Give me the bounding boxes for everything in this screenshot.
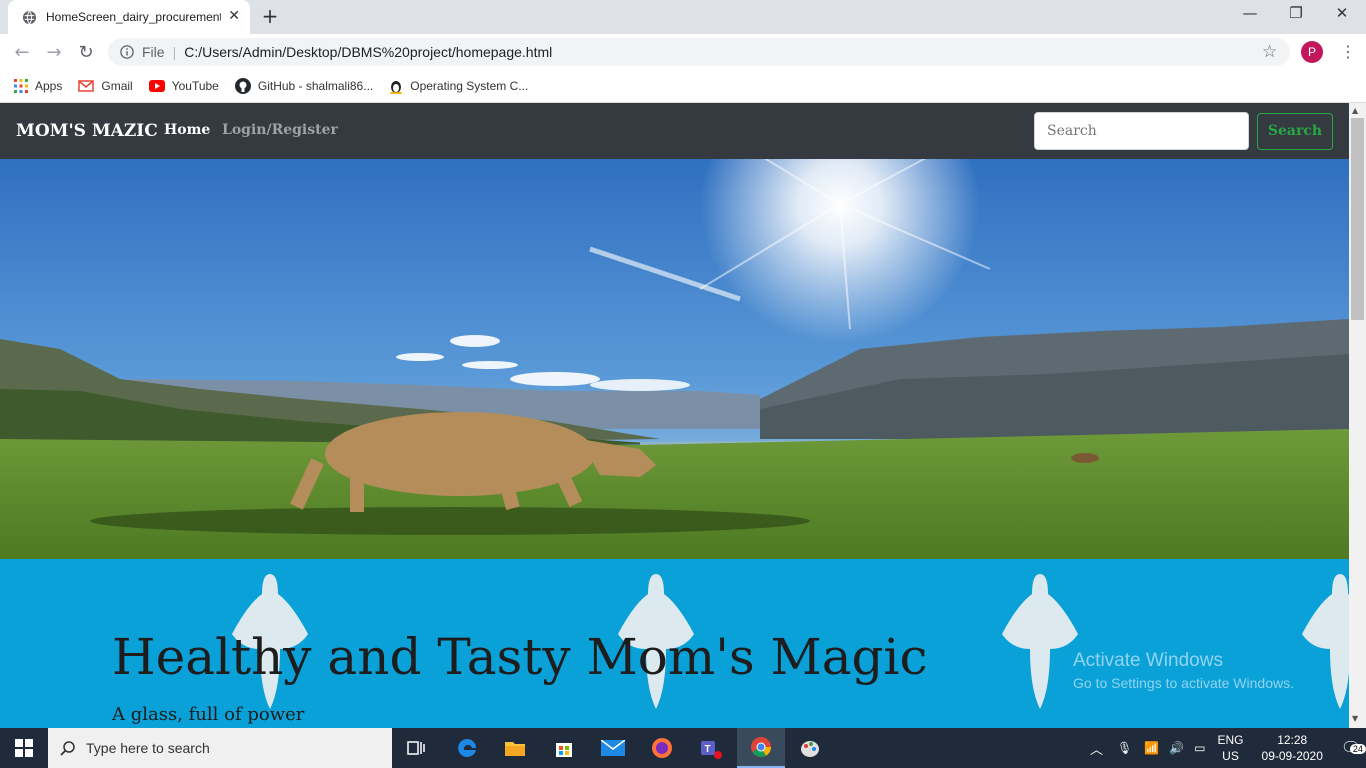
mail-icon[interactable] <box>589 728 637 768</box>
action-center-icon[interactable]: 🗨 24 <box>1341 738 1366 758</box>
clock-time: 12:28 <box>1277 733 1308 747</box>
info-icon <box>120 45 134 59</box>
store-icon[interactable] <box>540 728 588 768</box>
profile-avatar[interactable]: P <box>1301 41 1323 63</box>
menu-kebab-icon[interactable]: ⋮ <box>1340 42 1356 61</box>
search-input[interactable] <box>1034 112 1249 150</box>
chrome-icon[interactable] <box>737 728 785 768</box>
browser-tab[interactable]: HomeScreen_dairy_procurement ✕ <box>8 0 250 34</box>
web-page: MOM'S MAZIC Home Login/Register Search S… <box>0 103 1349 728</box>
system-tray: ︿ 🎙 📶 🔊 ▭ ENG US 12:28 09-09-2020 🗨 24 <box>1090 728 1366 768</box>
site-navbar: MOM'S MAZIC Home Login/Register Search <box>0 103 1349 159</box>
edge-icon[interactable] <box>443 728 491 768</box>
firefox-icon[interactable] <box>638 728 686 768</box>
region-code: US <box>1222 749 1239 763</box>
windows-logo-icon <box>15 739 33 757</box>
forward-icon[interactable]: → <box>42 42 66 63</box>
bookmark-label: YouTube <box>171 79 219 93</box>
notification-count-badge: 24 <box>1349 744 1366 754</box>
cow-landscape-illustration <box>0 159 1349 559</box>
url-text: C:/Users/Admin/Desktop/DBMS%20project/ho… <box>184 44 553 60</box>
watermark-title: Activate Windows <box>1073 650 1223 671</box>
omnibox[interactable]: File | C:/Users/Admin/Desktop/DBMS%20pro… <box>108 38 1290 66</box>
linux-penguin-icon <box>390 81 403 94</box>
bookmark-gmail[interactable]: Gmail <box>78 79 133 93</box>
scroll-up-arrow-icon[interactable]: ▲ <box>1352 106 1358 115</box>
jumbotron: Healthy and Tasty Mom's Magic A glass, f… <box>0 559 1349 728</box>
language-code: ENG <box>1217 733 1244 747</box>
gmail-icon <box>78 80 95 92</box>
bookmark-label: Apps <box>35 79 63 93</box>
minimize-icon[interactable]: — <box>1230 4 1270 28</box>
hero-headline: Healthy and Tasty Mom's Magic <box>112 628 928 686</box>
bookmark-label: Operating System C... <box>410 79 529 93</box>
battery-icon[interactable]: ▭ <box>1194 741 1205 755</box>
start-button[interactable] <box>0 728 48 768</box>
apps-grid-icon <box>14 79 28 93</box>
network-icon[interactable]: 📶 <box>1144 741 1159 755</box>
github-icon <box>234 78 251 94</box>
window-close-icon[interactable]: ✕ <box>1322 4 1362 28</box>
svg-text:T: T <box>705 744 711 755</box>
reload-icon[interactable]: ↻ <box>74 42 98 63</box>
restore-icon[interactable]: ❐ <box>1276 4 1316 28</box>
site-brand[interactable]: MOM'S MAZIC <box>16 121 158 141</box>
nav-link-login-register[interactable]: Login/Register <box>222 122 338 138</box>
bookmarks-bar: Apps Gmail YouTube GitHub - shalmali86..… <box>0 70 1366 103</box>
bookmark-apps[interactable]: Apps <box>14 79 62 93</box>
taskbar-search-box[interactable]: Type here to search <box>48 728 392 768</box>
bookmark-github[interactable]: GitHub - shalmali86... <box>234 78 374 94</box>
new-tab-icon[interactable]: + <box>258 4 282 28</box>
nav-link-home[interactable]: Home <box>164 122 210 138</box>
search-icon <box>60 741 75 756</box>
scrollbar-thumb[interactable] <box>1351 118 1364 320</box>
clock[interactable]: 12:28 09-09-2020 <box>1262 732 1323 764</box>
volume-icon[interactable]: 🔊 <box>1169 741 1184 755</box>
globe-icon <box>22 10 37 24</box>
hero-image <box>0 159 1349 559</box>
language-indicator[interactable]: ENG US <box>1218 732 1244 764</box>
watermark-subtitle: Go to Settings to activate Windows. <box>1073 675 1294 691</box>
youtube-icon <box>148 80 165 92</box>
hero-subheadline: A glass, full of power <box>112 704 305 725</box>
tray-chevron-icon[interactable]: ︿ <box>1090 739 1103 758</box>
windows-taskbar: Type here to search T ︿ 🎙 📶 🔊 ▭ ENG US 1… <box>0 728 1366 768</box>
bookmark-label: Gmail <box>101 79 133 93</box>
bookmark-os[interactable]: Operating System C... <box>389 78 528 94</box>
microphone-icon[interactable]: 🎙 <box>1117 741 1132 755</box>
teams-icon[interactable]: T <box>687 728 735 768</box>
clock-date: 09-09-2020 <box>1261 749 1323 763</box>
taskbar-search-placeholder: Type here to search <box>86 740 210 756</box>
url-separator: | <box>172 44 177 60</box>
activate-windows-watermark: Activate Windows Go to Settings to activ… <box>1073 650 1294 691</box>
file-explorer-icon[interactable] <box>491 728 539 768</box>
search-button[interactable]: Search <box>1257 113 1333 150</box>
bookmark-youtube[interactable]: YouTube <box>148 79 219 93</box>
url-scheme-label: File <box>142 44 165 60</box>
back-icon[interactable]: ← <box>10 42 34 63</box>
scroll-down-arrow-icon[interactable]: ▼ <box>1352 714 1358 723</box>
bookmark-star-icon[interactable]: ☆ <box>1262 42 1277 62</box>
paint-icon[interactable] <box>786 728 834 768</box>
bookmark-label: GitHub - shalmali86... <box>257 79 374 93</box>
task-view-icon[interactable] <box>392 728 440 768</box>
close-tab-icon[interactable]: ✕ <box>228 8 240 24</box>
tab-title: HomeScreen_dairy_procurement <box>46 10 221 24</box>
